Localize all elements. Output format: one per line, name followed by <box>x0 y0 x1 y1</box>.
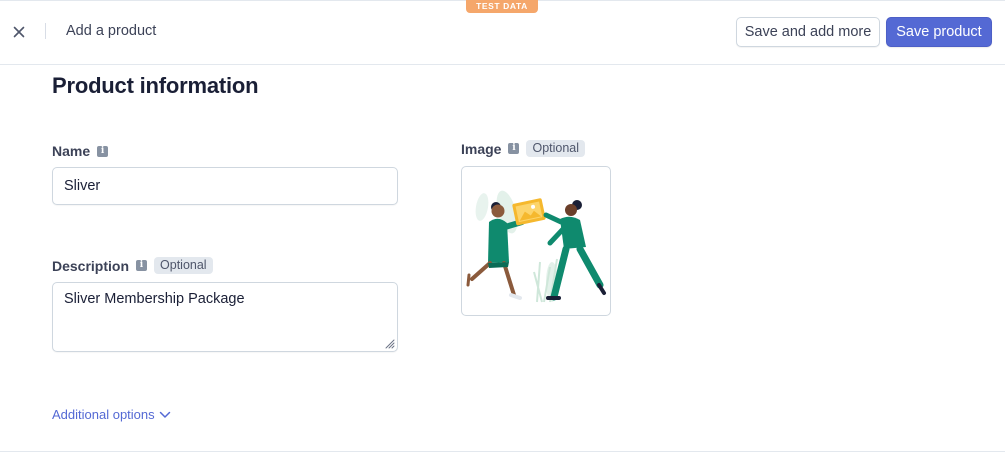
optional-badge: Optional <box>154 257 213 274</box>
product-image-upload[interactable] <box>461 166 611 316</box>
additional-options-link[interactable]: Additional options <box>52 407 171 422</box>
header-divider <box>45 23 46 39</box>
description-label: Description <box>52 257 130 274</box>
close-icon <box>13 26 25 38</box>
image-label: Image <box>461 140 502 157</box>
optional-badge: Optional <box>526 140 586 157</box>
resize-handle-icon[interactable] <box>383 337 395 349</box>
description-label-row: Description i Optional <box>52 257 213 274</box>
additional-options-label: Additional options <box>52 407 155 422</box>
test-data-badge: TEST DATA <box>466 0 538 13</box>
page-title: Add a product <box>66 23 157 39</box>
close-button[interactable] <box>10 23 28 41</box>
name-label-row: Name i <box>52 143 109 159</box>
info-icon[interactable]: i <box>136 260 148 271</box>
product-form-page: Add a product Save and add more Save pro… <box>0 0 1005 452</box>
save-and-add-more-button[interactable]: Save and add more <box>736 17 880 47</box>
image-label-row: Image i Optional <box>461 140 586 157</box>
product-illustration <box>466 190 606 303</box>
name-input[interactable]: Sliver <box>52 167 398 205</box>
chevron-down-icon <box>159 411 170 418</box>
description-text: Sliver Membership Package <box>64 291 245 307</box>
section-title: Product information <box>52 73 259 98</box>
description-textarea[interactable]: Sliver Membership Package <box>52 282 398 352</box>
name-label: Name <box>52 143 91 159</box>
info-icon[interactable]: i <box>97 145 109 157</box>
info-icon[interactable]: i <box>508 143 520 154</box>
save-product-button[interactable]: Save product <box>886 17 992 47</box>
